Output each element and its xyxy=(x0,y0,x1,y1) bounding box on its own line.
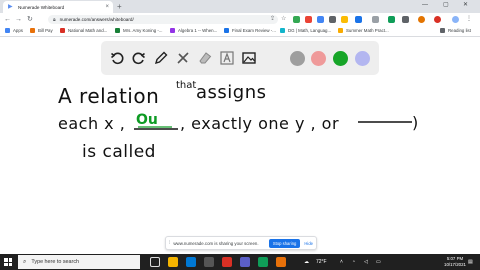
handwritten-superscript: that xyxy=(176,80,197,91)
file-explorer-icon[interactable] xyxy=(168,257,178,267)
weather-icon[interactable]: ☁ xyxy=(304,258,309,266)
notification-icon[interactable]: ▤ xyxy=(468,258,473,266)
handwritten-text: ) xyxy=(412,113,419,132)
network-icon[interactable]: ◔ xyxy=(352,258,355,266)
share-message: www.numerade.com is sharing your screen. xyxy=(173,240,259,246)
taskbar: ⌕ Type here to search ☁ 72°F ˄ ◔ ◁ ▭ 5:0… xyxy=(0,254,480,270)
handwritten-text: is called xyxy=(82,142,156,162)
blank-underline xyxy=(358,121,412,123)
drag-handle-icon[interactable]: ⁞ xyxy=(169,240,170,246)
screen: ▶ Numerade Whiteboard × + — ▢ ✕ ← → ↻ 🔒︎… xyxy=(0,0,480,270)
windows-start-icon[interactable] xyxy=(4,258,12,266)
search-placeholder: Type here to search xyxy=(31,259,80,265)
handwritten-text: , exactly one y , or xyxy=(180,114,340,133)
weather-temperature[interactable]: 72°F xyxy=(316,258,327,266)
hide-button[interactable]: Hide xyxy=(304,241,313,246)
app-icon[interactable] xyxy=(276,257,286,267)
store-icon[interactable] xyxy=(204,257,214,267)
taskbar-clock[interactable]: 5:07 PM 10/17/2021 xyxy=(444,256,466,268)
edge-icon[interactable] xyxy=(186,257,196,267)
handwriting-layer: A relation that assigns each x , Ou , ex… xyxy=(0,0,480,270)
stop-sharing-button[interactable]: Stop sharing xyxy=(268,238,301,248)
battery-icon[interactable]: ▭ xyxy=(376,258,381,266)
chrome-icon[interactable] xyxy=(222,257,232,267)
taskbar-search-input[interactable]: ⌕ Type here to search xyxy=(18,255,140,269)
handwritten-text: A relation xyxy=(58,84,160,108)
clock-date: 10/17/2021 xyxy=(444,262,466,267)
volume-icon[interactable]: ◁ xyxy=(364,258,368,266)
task-view-icon[interactable] xyxy=(150,257,160,267)
handwritten-text: each x , xyxy=(58,114,126,133)
handwritten-text: assigns xyxy=(196,82,267,103)
teams-icon[interactable] xyxy=(240,257,250,267)
tray-chevron-icon[interactable]: ˄ xyxy=(340,258,343,266)
screen-share-banner: ⁞ www.numerade.com is sharing your scree… xyxy=(165,236,317,250)
app-icon[interactable] xyxy=(258,257,268,267)
answer-underline xyxy=(134,126,178,130)
search-icon: ⌕ xyxy=(23,258,27,265)
